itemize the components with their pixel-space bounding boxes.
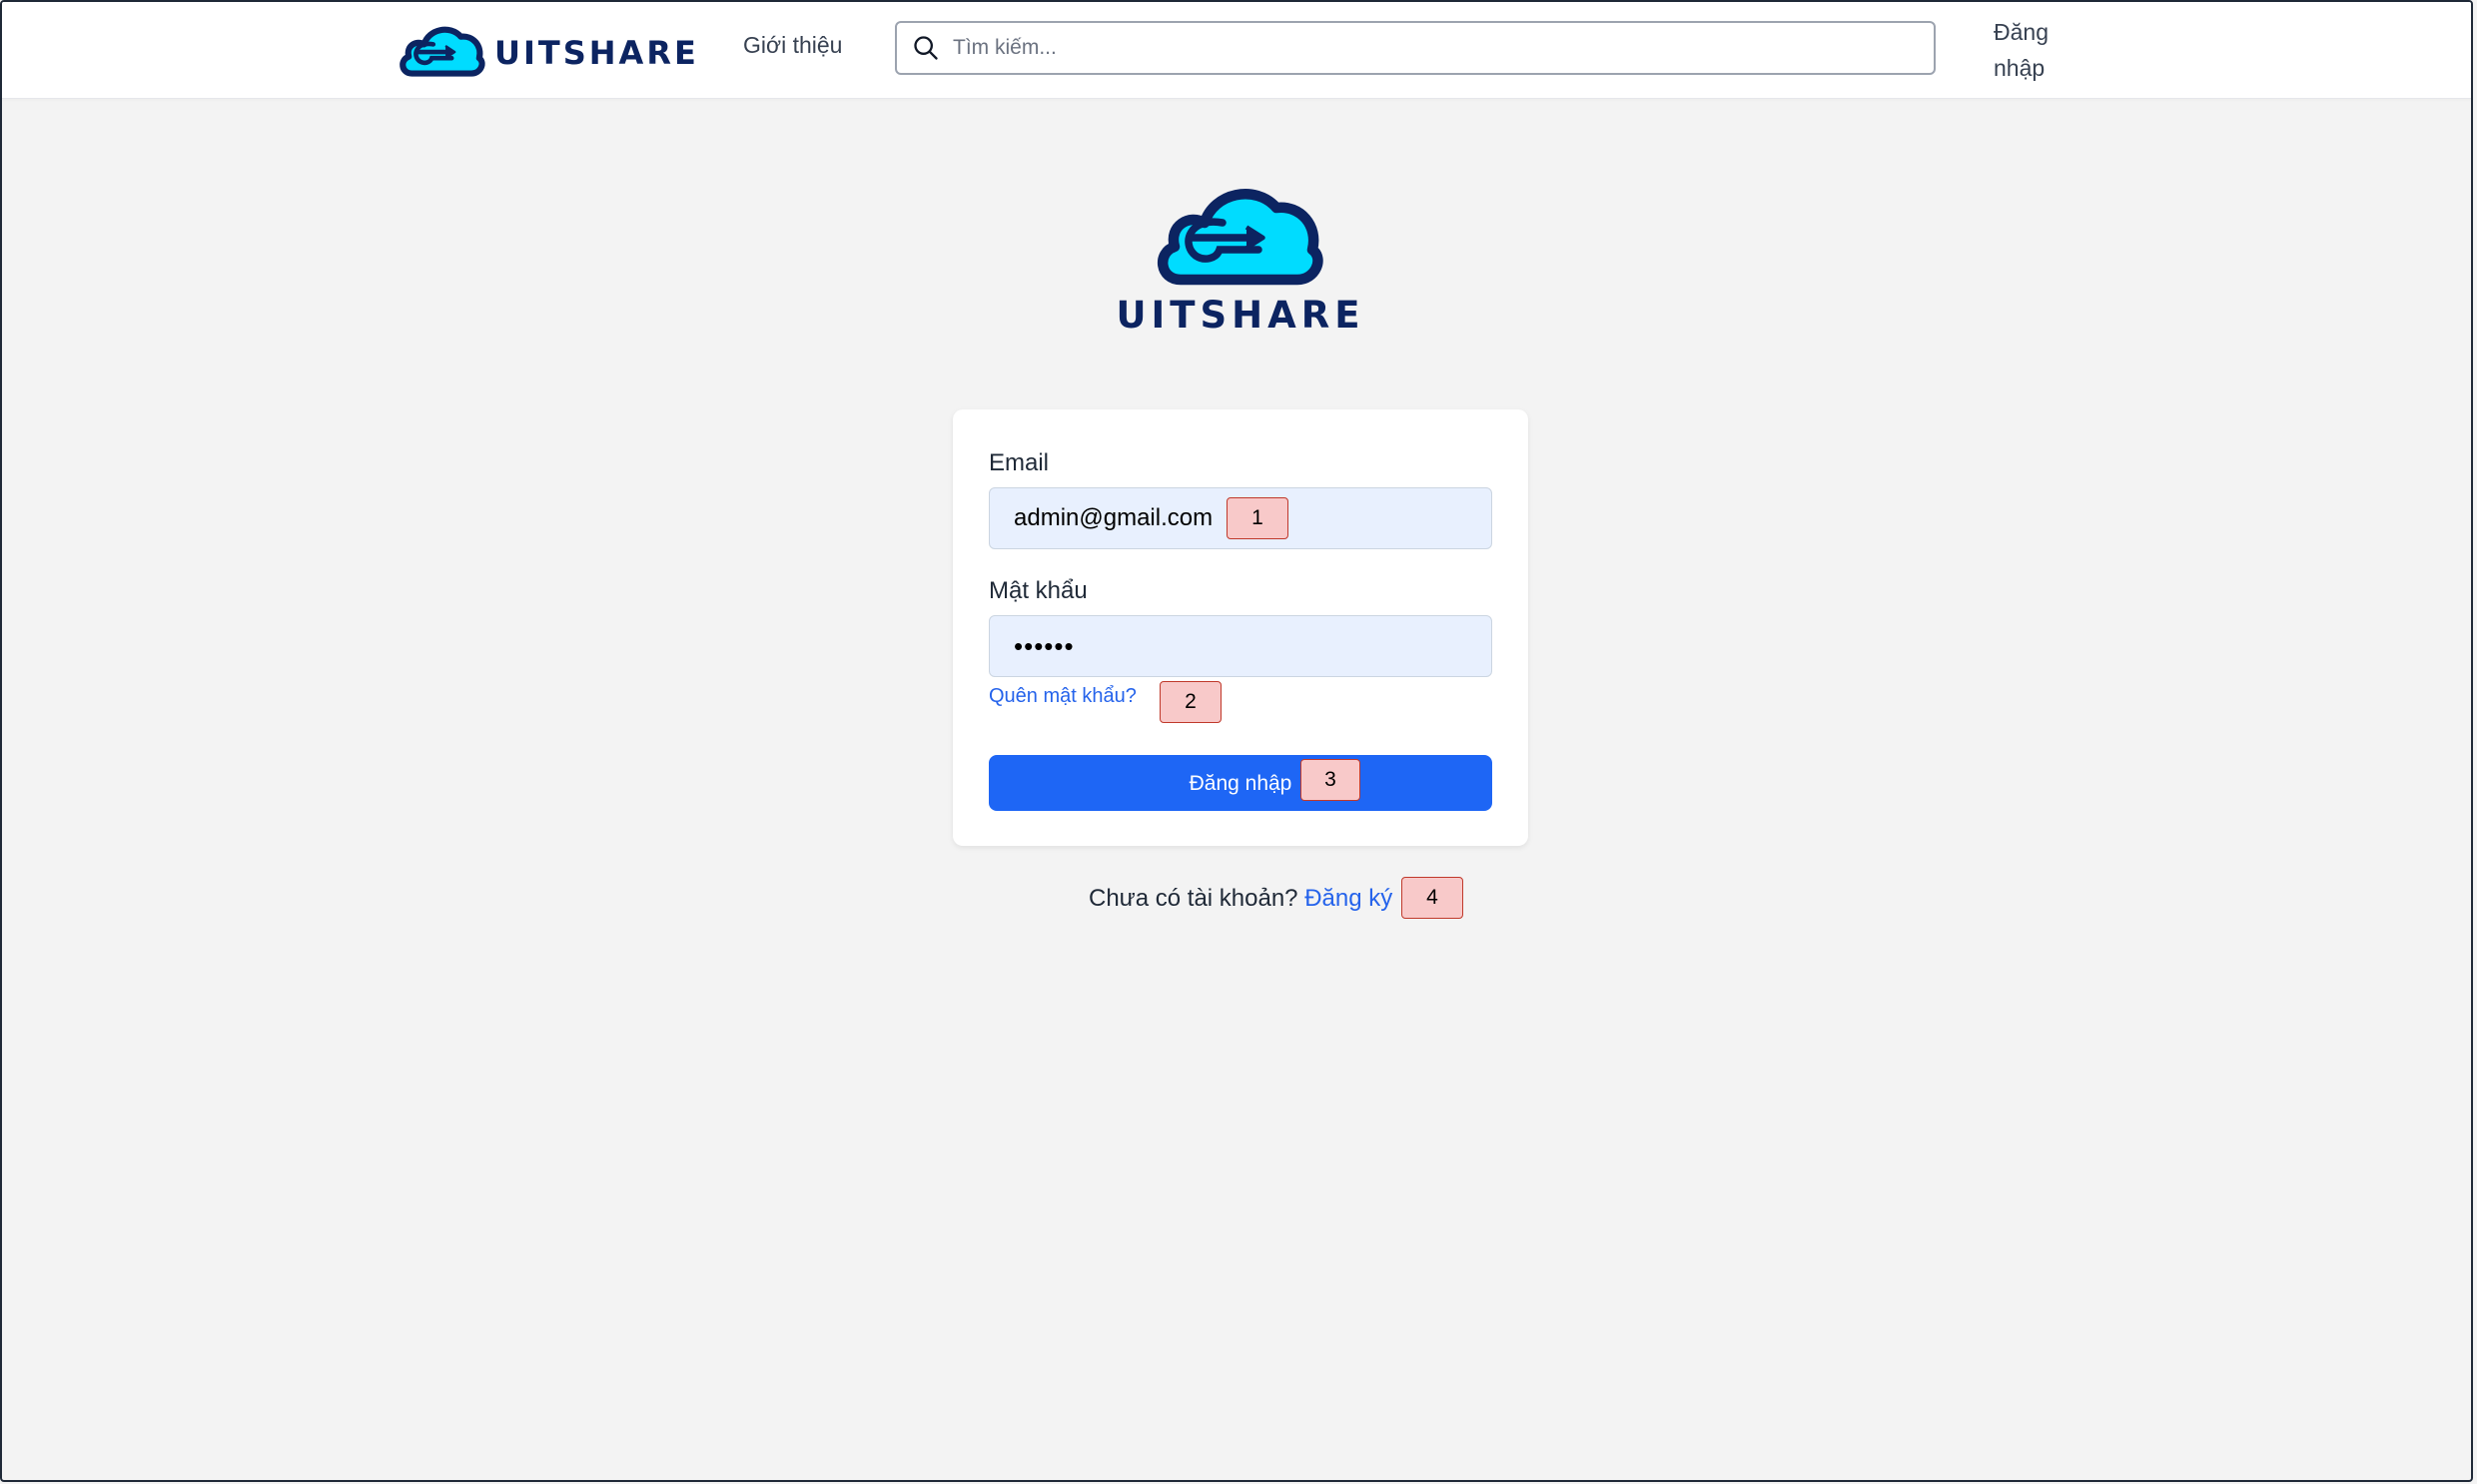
annotation-badge-4: 4: [1401, 877, 1463, 919]
search-input[interactable]: [951, 35, 1914, 61]
annotation-badge-3: 3: [1300, 759, 1360, 801]
nav-login-line2: nhập: [1994, 55, 2046, 81]
login-button[interactable]: Đăng nhập: [989, 755, 1492, 811]
nav-login-line1: Đăng: [1994, 19, 2049, 45]
main-brand-name: UITSHARE: [1116, 294, 1365, 337]
nav-about-link[interactable]: Giới thiệu: [743, 32, 842, 59]
nav-login-link[interactable]: Đăng nhập: [1994, 14, 2064, 86]
search-icon: [911, 33, 941, 63]
cloud-logo-icon: [1157, 189, 1323, 286]
signup-prompt-text: Chưa có tài khoản?: [1089, 885, 1298, 912]
password-field[interactable]: [989, 615, 1492, 677]
main-logo: UITSHARE: [1116, 172, 1360, 337]
signup-link[interactable]: Đăng ký: [1304, 885, 1392, 912]
login-card: Email Mật khẩu Quên mật khẩu? Đăng nhập: [953, 409, 1528, 846]
top-navbar: UITSHARE Giới thiệu Đăng nhập: [2, 2, 2471, 99]
header-brand-name: UITSHARE: [494, 34, 699, 72]
cloud-logo-icon: [400, 26, 485, 77]
browser-window: UITSHARE Giới thiệu Đăng nhập UITSHARE: [0, 0, 2473, 1482]
login-button-label: Đăng nhập: [1189, 772, 1292, 795]
annotation-badge-2: 2: [1160, 681, 1222, 723]
forgot-password-link[interactable]: Quên mật khẩu?: [989, 685, 1137, 708]
search-box[interactable]: [895, 21, 1936, 75]
signup-prompt: Chưa có tài khoản? Đăng ký: [1089, 885, 1392, 913]
annotation-badge-1: 1: [1227, 497, 1288, 539]
header-logo[interactable]: UITSHARE: [397, 16, 699, 82]
email-label: Email: [989, 449, 1050, 476]
password-label: Mật khẩu: [989, 577, 1088, 604]
